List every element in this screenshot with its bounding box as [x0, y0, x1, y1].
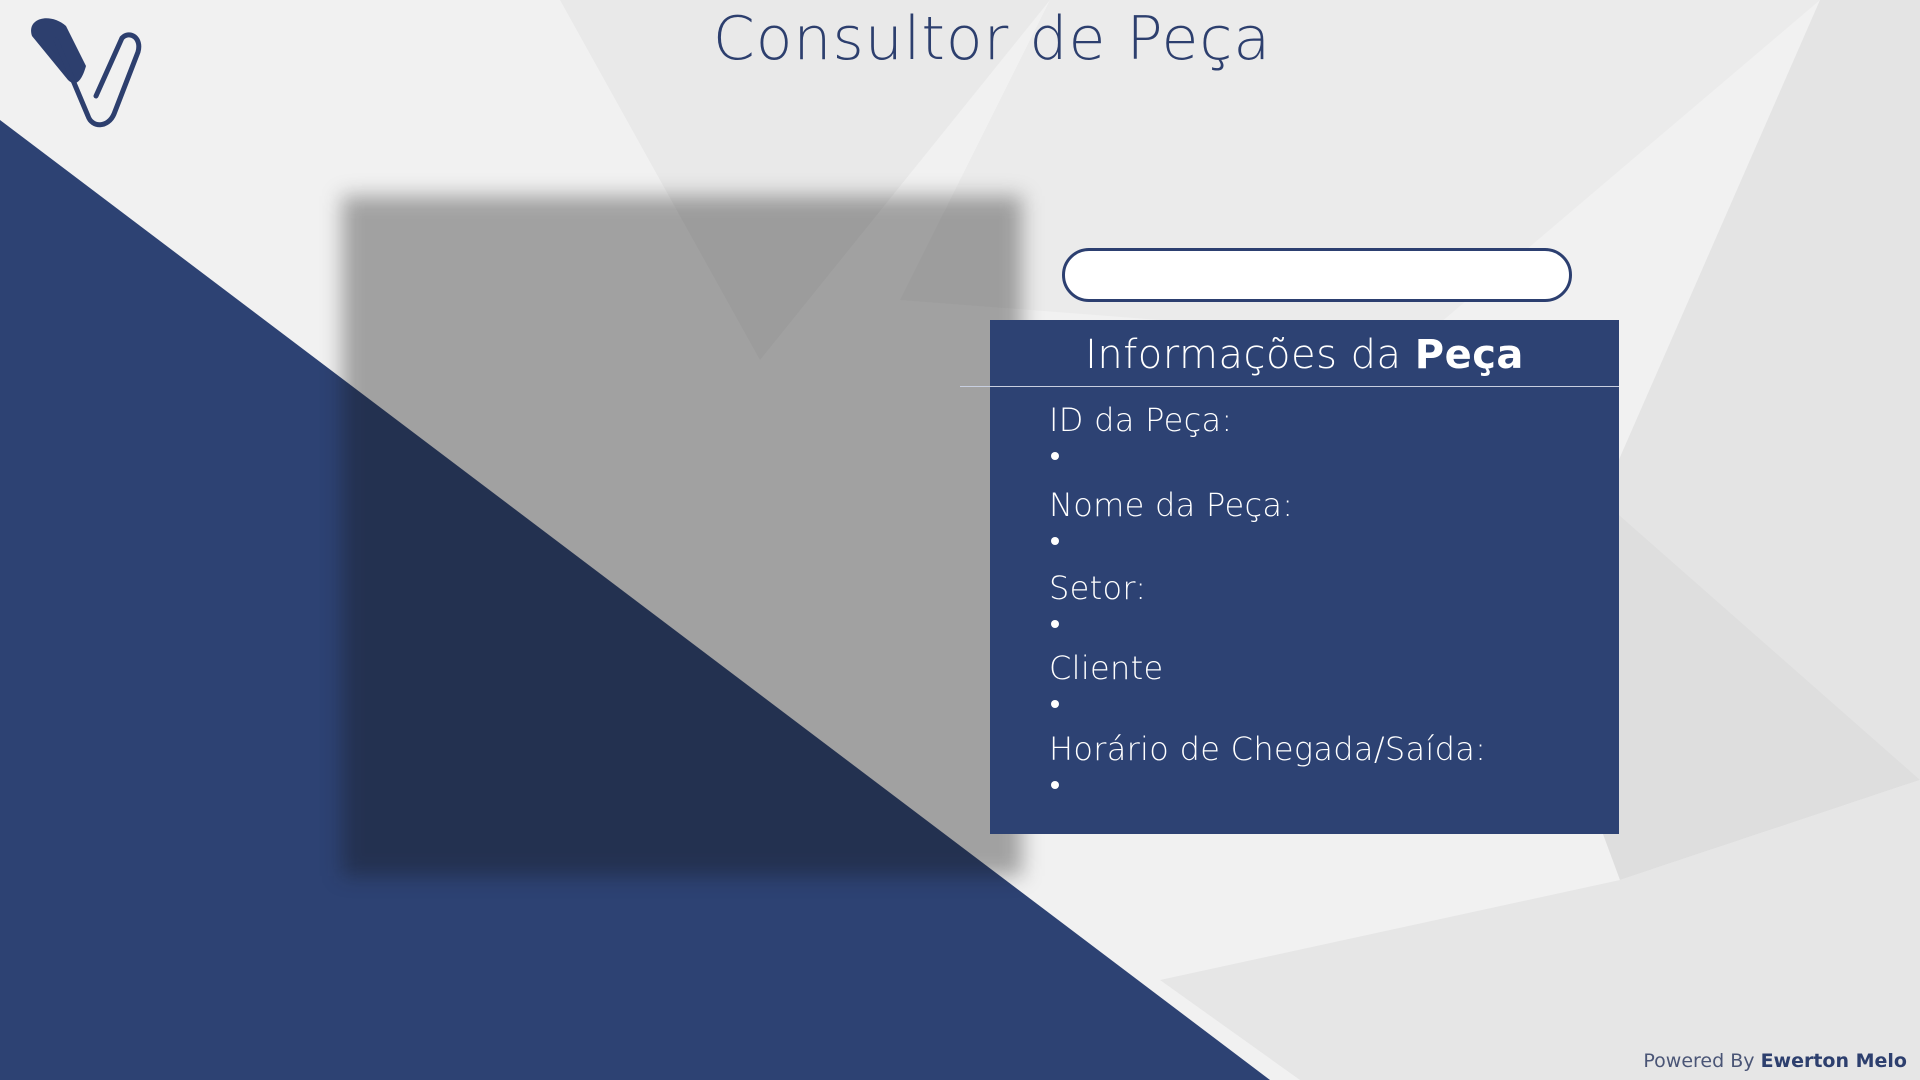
field-value [1049, 525, 1609, 555]
author-name: Ewerton Melo [1760, 1050, 1907, 1072]
field-value [1049, 688, 1609, 718]
field-label: Horário de Chegada/Saída: [1049, 730, 1487, 768]
powered-by-label: Powered By [1643, 1050, 1755, 1072]
field-value [1049, 608, 1609, 638]
info-panel-title: Informações da Peça [990, 332, 1619, 378]
powered-by-credit: Powered By Ewerton Melo [1643, 1050, 1907, 1072]
part-info-panel: Informações da Peça ID da Peça: Nome da … [960, 320, 1619, 834]
divider [960, 386, 1619, 387]
field-client: Cliente [1049, 648, 1609, 718]
field-arrival-departure-time: Horário de Chegada/Saída: [1049, 729, 1609, 799]
field-label: Cliente [1049, 649, 1164, 687]
field-part-id: ID da Peça: [1049, 400, 1609, 470]
field-sector: Setor: [1049, 568, 1609, 638]
field-label: Setor: [1049, 569, 1147, 607]
field-label: ID da Peça: [1049, 401, 1233, 439]
field-part-name: Nome da Peça: [1049, 485, 1609, 555]
info-panel-title-bold: Peça [1414, 332, 1524, 378]
app-screen: Consultor de Peça Informações da Peça ID… [0, 0, 1920, 1080]
field-value [1049, 440, 1609, 470]
part-image-placeholder [342, 196, 1022, 876]
field-label: Nome da Peça: [1049, 486, 1294, 524]
search-input[interactable] [1062, 248, 1572, 302]
field-value [1049, 769, 1609, 799]
info-panel-title-regular: Informações da [1085, 332, 1402, 378]
page-title: Consultor de Peça [712, 4, 1272, 74]
